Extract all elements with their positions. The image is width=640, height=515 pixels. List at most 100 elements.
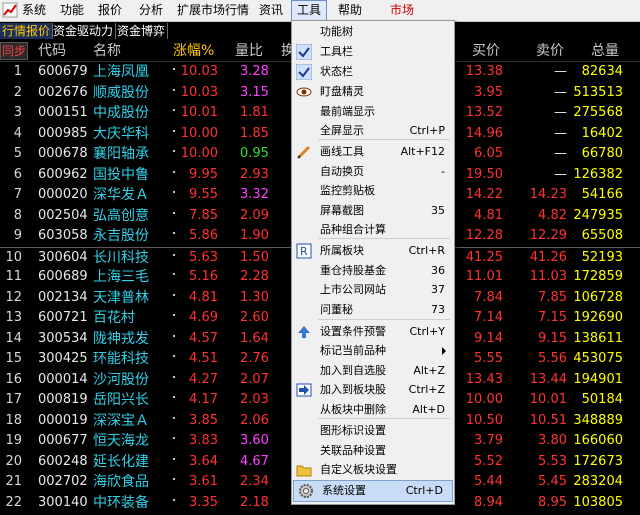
app-logo-icon bbox=[2, 2, 18, 18]
sell-price: — bbox=[554, 105, 567, 120]
menu-item[interactable]: 状态栏 bbox=[292, 62, 454, 82]
menu-item[interactable]: 屏幕截图 35 bbox=[292, 201, 454, 221]
marker-dot-icon bbox=[173, 68, 175, 70]
stock-code: 603058 bbox=[38, 228, 88, 243]
change-percent: 7.85 bbox=[189, 207, 218, 223]
menu-item-shortcut: Ctrl+Y bbox=[409, 325, 445, 338]
menu-item[interactable]: 加入到板块股 Ctrl+Z bbox=[292, 380, 454, 400]
header-code[interactable]: 代码 bbox=[38, 41, 66, 61]
menu-item[interactable]: 最前端显示 bbox=[292, 102, 454, 122]
menu-news[interactable]: 资讯 bbox=[254, 0, 288, 21]
sell-price: 7.15 bbox=[538, 310, 567, 325]
marker-dot-icon bbox=[173, 293, 175, 296]
stock-code: 000677 bbox=[38, 433, 88, 448]
menu-item[interactable]: 全屏显示 Ctrl+P bbox=[292, 121, 454, 141]
stock-name: 沙河股份 bbox=[93, 371, 149, 388]
row-number: 11 bbox=[5, 269, 22, 284]
menu-analysis[interactable]: 分析 bbox=[134, 0, 168, 21]
marker-dot-icon bbox=[173, 314, 175, 316]
row-number: 3 bbox=[13, 105, 22, 120]
marker-dot-icon bbox=[173, 355, 175, 357]
sync-button[interactable]: 同步 bbox=[0, 42, 29, 60]
total-volume: 66780 bbox=[581, 146, 623, 161]
sell-price: 10.51 bbox=[529, 412, 567, 428]
menu-item[interactable]: 品种组合计算 bbox=[292, 220, 454, 240]
menu-item[interactable]: 工具栏 bbox=[292, 42, 454, 62]
volume-ratio: 1.30 bbox=[240, 289, 269, 305]
stock-code: 600721 bbox=[38, 310, 88, 325]
menu-item-label: 状态栏 bbox=[320, 65, 353, 78]
menu-item[interactable]: 上市公司网站 37 bbox=[292, 280, 454, 300]
header-sell-price[interactable]: 卖价 bbox=[536, 41, 564, 61]
marker-dot-icon bbox=[173, 191, 175, 193]
volume-ratio: 1.81 bbox=[240, 105, 269, 120]
stock-name: 上海三毛 bbox=[93, 269, 149, 285]
menu-item[interactable]: 设置条件预警 Ctrl+Y bbox=[292, 322, 454, 342]
marker-dot-icon bbox=[173, 416, 175, 419]
alert-icon bbox=[296, 324, 312, 340]
menu-tools[interactable]: 工具 bbox=[291, 0, 328, 21]
menu-item[interactable]: 系统设置 Ctrl+D bbox=[293, 480, 453, 502]
menu-separator bbox=[318, 418, 450, 419]
tab-fund-drive[interactable]: 资金驱动力 bbox=[51, 23, 117, 39]
settings-icon bbox=[298, 483, 314, 499]
folder-icon bbox=[296, 462, 312, 478]
menu-item[interactable]: 自动换页 - bbox=[292, 162, 454, 182]
menu-item[interactable]: 功能树 bbox=[292, 22, 454, 42]
menu-item[interactable]: 重仓持股基金 36 bbox=[292, 261, 454, 281]
total-volume: 103805 bbox=[573, 494, 623, 510]
tab-fund-game[interactable]: 资金博弈 bbox=[115, 23, 169, 39]
tab-quotes[interactable]: 行情报价 bbox=[0, 23, 54, 39]
stock-name: 岳阳兴长 bbox=[93, 392, 149, 408]
menu-function[interactable]: 功能 bbox=[55, 0, 89, 21]
row-number: 1 bbox=[13, 64, 22, 79]
menu-item[interactable]: 盯盘精灵 bbox=[292, 82, 454, 102]
menu-item[interactable]: 从板块中删除 Alt+D bbox=[292, 400, 454, 420]
menu-item-label: 品种组合计算 bbox=[320, 223, 386, 236]
menu-system[interactable]: 系统 bbox=[17, 0, 51, 21]
stock-name: 永吉股份 bbox=[93, 228, 149, 244]
total-volume: 283204 bbox=[573, 474, 623, 489]
header-name[interactable]: 名称 bbox=[93, 41, 121, 61]
menu-item[interactable]: 画线工具 Alt+F12 bbox=[292, 142, 454, 162]
menu-item[interactable]: R 所属板块 Ctrl+R bbox=[292, 241, 454, 261]
stock-code: 002702 bbox=[38, 474, 88, 489]
menu-extended-market[interactable]: 扩展市场行情 bbox=[172, 0, 254, 21]
header-volume-ratio[interactable]: 量比 bbox=[235, 41, 263, 61]
menu-market[interactable]: 市场 bbox=[385, 0, 419, 21]
menu-item[interactable]: 关联品种设置 bbox=[292, 441, 454, 461]
change-percent: 3.35 bbox=[189, 494, 218, 510]
stock-code: 000019 bbox=[38, 412, 88, 428]
header-change[interactable]: 涨幅% bbox=[173, 41, 214, 61]
menu-item[interactable]: 问董秘 73 bbox=[292, 300, 454, 320]
stock-name: 上海凤凰 bbox=[93, 64, 149, 80]
change-percent: 9.55 bbox=[189, 187, 218, 202]
total-volume: 172859 bbox=[573, 269, 623, 284]
menu-item[interactable]: 自定义板块设置 bbox=[292, 460, 454, 480]
menu-quote[interactable]: 报价 bbox=[93, 0, 127, 21]
header-total-volume[interactable]: 总量 bbox=[591, 41, 619, 61]
sell-price: 8.95 bbox=[538, 494, 567, 510]
header-buy-price[interactable]: 买价 bbox=[472, 41, 500, 61]
menu-item[interactable]: 标记当前品种 bbox=[292, 341, 454, 361]
menu-item[interactable]: 图形标识设置 bbox=[292, 421, 454, 441]
marker-dot-icon bbox=[173, 150, 175, 152]
menu-item-label: 问董秘 bbox=[320, 303, 353, 316]
change-percent: 10.03 bbox=[180, 64, 218, 79]
marker-dot-icon bbox=[173, 375, 175, 378]
menu-item[interactable]: 加入到自选股 Alt+Z bbox=[292, 361, 454, 381]
total-volume: 453075 bbox=[573, 351, 623, 366]
menu-item-label: 设置条件预警 bbox=[320, 325, 386, 338]
volume-ratio: 1.85 bbox=[240, 125, 269, 141]
volume-ratio: 0.95 bbox=[240, 146, 269, 161]
volume-ratio: 3.32 bbox=[240, 187, 269, 202]
menu-item-shortcut: Ctrl+D bbox=[405, 484, 443, 497]
menu-item[interactable]: 监控剪贴板 bbox=[292, 181, 454, 201]
menu-help[interactable]: 帮助 bbox=[333, 0, 367, 21]
total-volume: 54166 bbox=[581, 187, 623, 202]
stock-code: 300604 bbox=[38, 249, 88, 265]
total-volume: 247935 bbox=[573, 207, 623, 223]
change-percent: 4.69 bbox=[189, 310, 218, 325]
sell-price: 3.80 bbox=[538, 433, 567, 448]
menu-item-label: 加入到板块股 bbox=[320, 383, 386, 396]
